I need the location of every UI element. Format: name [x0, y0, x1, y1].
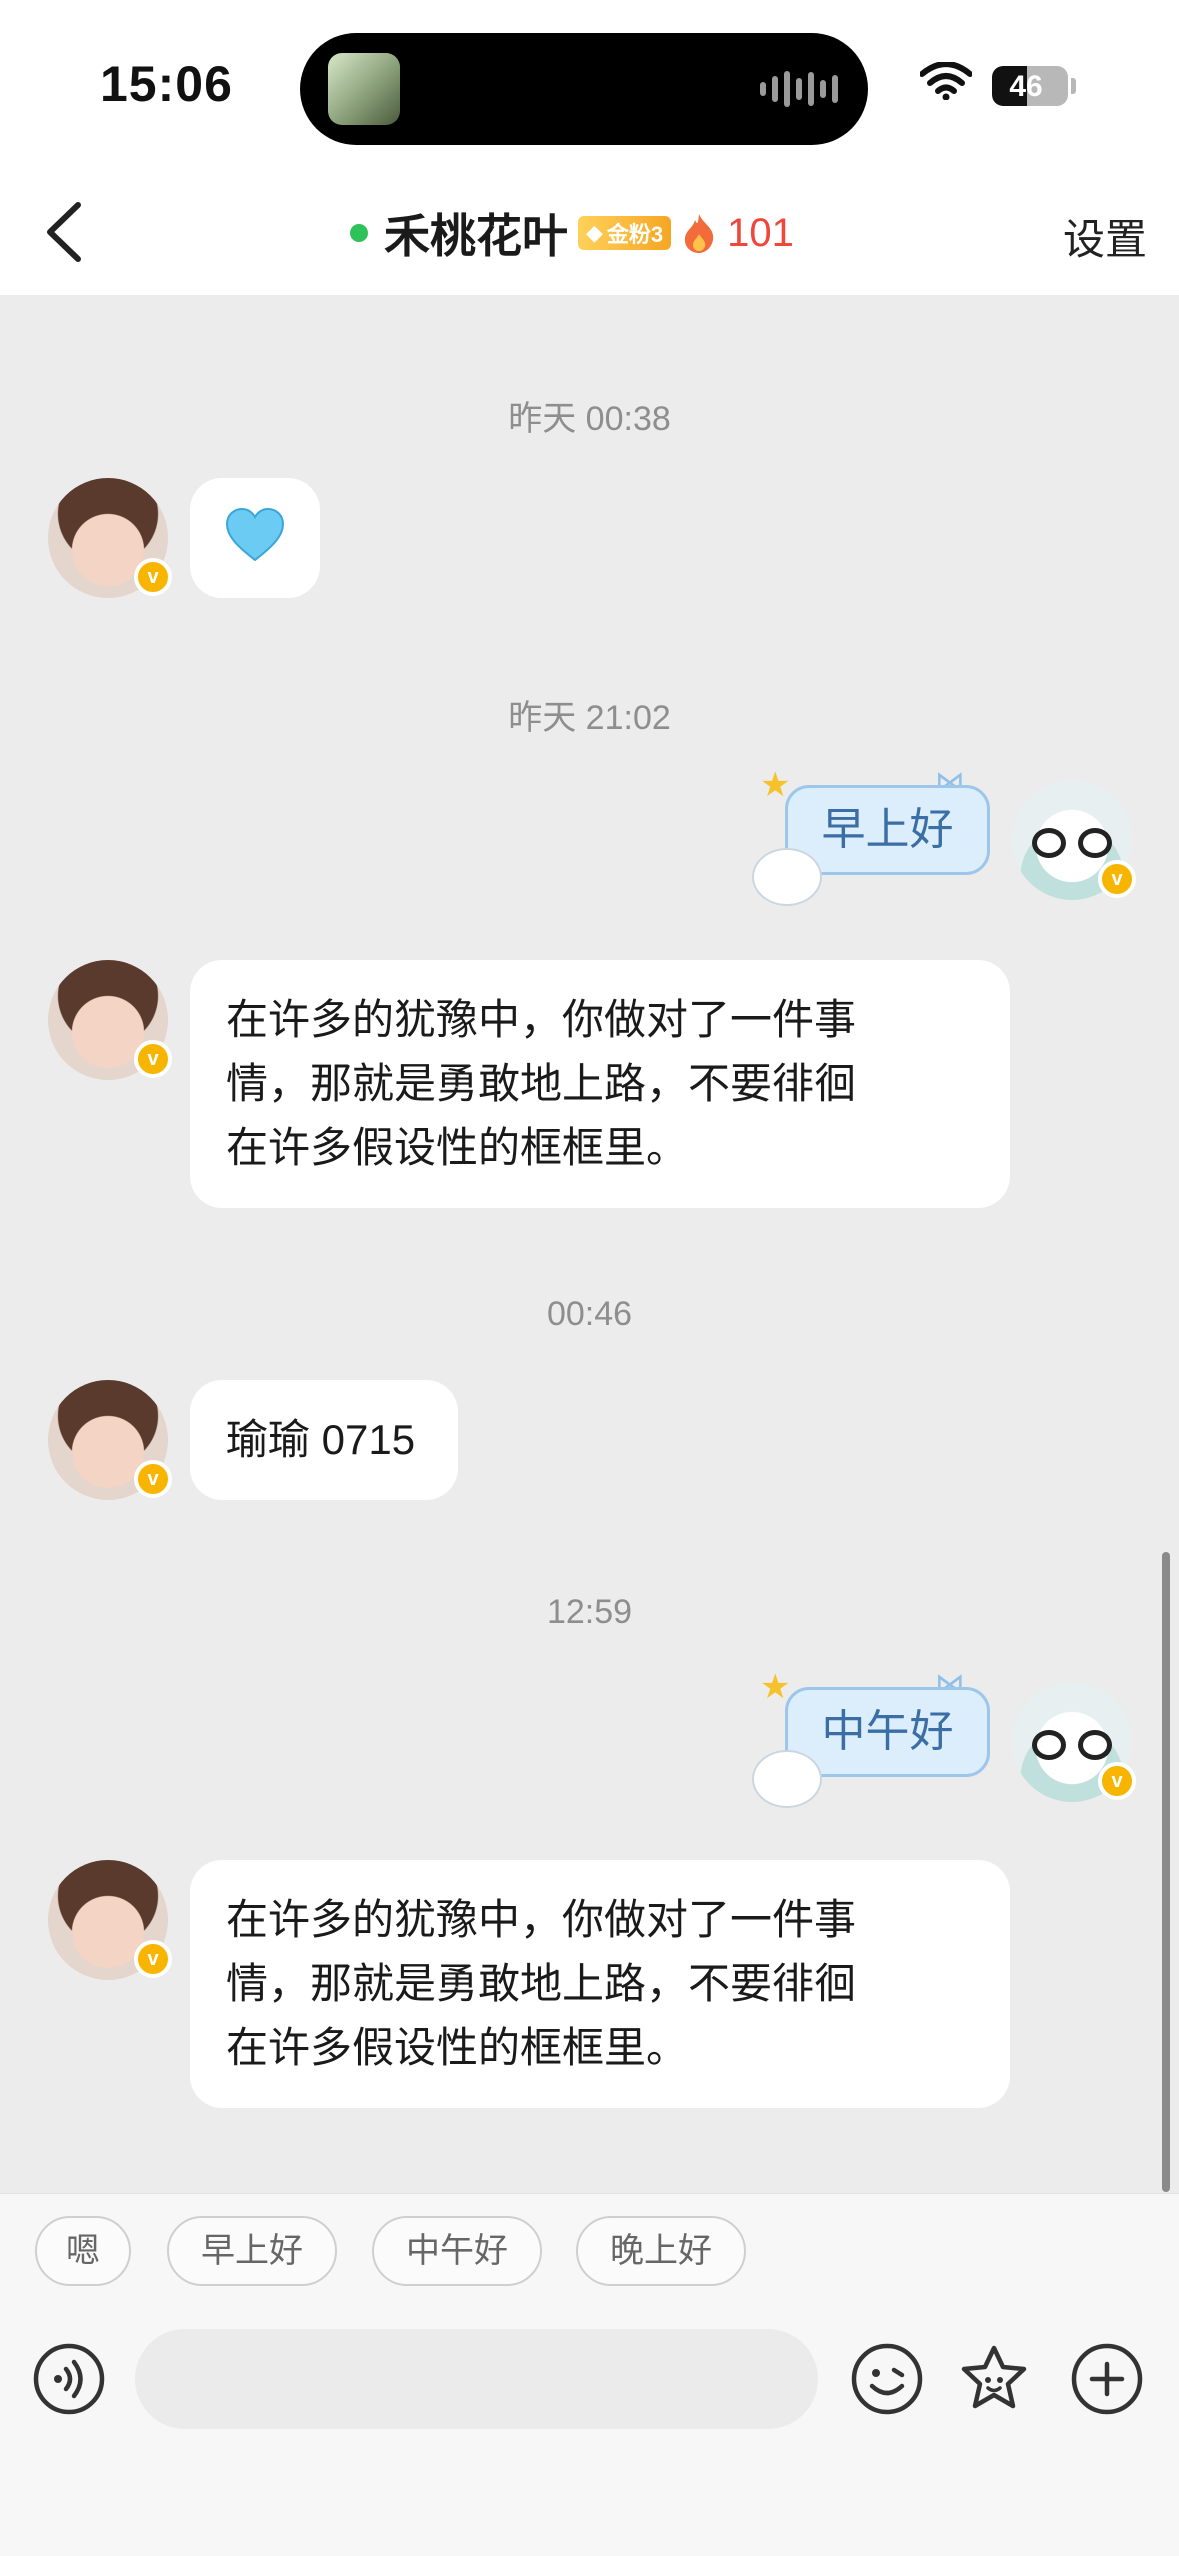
- message-input[interactable]: [135, 2329, 818, 2429]
- verified-badge-icon: v: [134, 1040, 172, 1078]
- message-list[interactable]: 昨天 00:38 v 昨天 21:02 ★ ⋈ 早上好 v v 在许多的犹豫中，…: [0, 295, 1179, 2193]
- verified-badge-icon: v: [134, 558, 172, 596]
- emoji-icon[interactable]: [850, 2342, 924, 2416]
- status-time: 15:06: [100, 56, 233, 112]
- message-timestamp: 12:59: [546, 1593, 633, 1631]
- quick-reply-chip[interactable]: 晚上好: [576, 2216, 746, 2286]
- dynamic-island[interactable]: [300, 33, 868, 145]
- text-message-bubble[interactable]: 瑜瑜 0715: [190, 1380, 458, 1500]
- message-line: 在许多的犹豫中，你做对了一件事: [226, 996, 857, 1043]
- settings-button[interactable]: 设置: [1063, 206, 1147, 267]
- message-timestamp: 昨天 21:02: [508, 699, 671, 737]
- glasses-icon: [1032, 1730, 1112, 1762]
- quick-reply-chip[interactable]: 嗯: [35, 2216, 131, 2286]
- sender-avatar[interactable]: v: [48, 960, 172, 1080]
- audio-wave-icon: [760, 69, 838, 109]
- message-line: 情，那就是勇敢地上路，不要徘徊: [226, 1960, 857, 2007]
- voice-input-icon[interactable]: [32, 2342, 106, 2416]
- puppy-sticker-icon: [752, 1750, 822, 1808]
- sender-avatar[interactable]: v: [48, 478, 172, 598]
- message-line: 情，那就是勇敢地上路，不要徘徊: [226, 1060, 857, 1107]
- quick-reply-chip[interactable]: 中午好: [372, 2216, 542, 2286]
- intimacy-count: 101: [727, 210, 794, 255]
- my-avatar[interactable]: v: [1012, 1682, 1136, 1802]
- composer: 嗯 早上好 中午好 晚上好: [0, 2193, 1179, 2556]
- status-bar: 15:06 46: [0, 0, 1179, 170]
- message-line: 瑜瑜 0715: [226, 1416, 416, 1463]
- add-more-icon[interactable]: [1070, 2342, 1144, 2416]
- message-line: 在许多假设性的框框里。: [226, 1124, 689, 1171]
- sender-avatar[interactable]: v: [48, 1380, 172, 1500]
- glasses-icon: [1032, 828, 1112, 860]
- sticker-icon[interactable]: [957, 2342, 1031, 2416]
- battery-level: 46: [1009, 70, 1043, 103]
- wifi-icon: [920, 62, 972, 100]
- message-timestamp: 00:46: [546, 1295, 633, 1333]
- online-status-dot: [350, 224, 368, 242]
- battery-icon: 46: [992, 66, 1068, 106]
- message-line: 在许多的犹豫中，你做对了一件事: [226, 1896, 857, 1943]
- sender-avatar[interactable]: v: [48, 1860, 172, 1980]
- now-playing-thumbnail: [328, 53, 400, 125]
- fan-level-badge: ◆ 金粉3: [578, 216, 672, 250]
- verified-badge-icon: v: [134, 1460, 172, 1498]
- verified-badge-icon: v: [134, 1940, 172, 1978]
- back-button[interactable]: [30, 195, 100, 270]
- blue-heart-icon: [225, 507, 285, 562]
- scrollbar[interactable]: [1162, 1552, 1170, 2192]
- my-avatar[interactable]: v: [1012, 780, 1136, 900]
- verified-badge-icon: v: [1098, 860, 1136, 898]
- emoji-message-bubble[interactable]: [190, 478, 320, 598]
- gem-icon: ◆: [586, 220, 603, 245]
- chat-title: 禾桃花叶: [384, 210, 568, 262]
- verified-badge-icon: v: [1098, 1762, 1136, 1800]
- quick-reply-chip[interactable]: 早上好: [167, 2216, 337, 2286]
- text-message-bubble[interactable]: 在许多的犹豫中，你做对了一件事 情，那就是勇敢地上路，不要徘徊 在许多假设性的框…: [190, 1860, 1010, 2108]
- chat-header: 禾桃花叶 ◆ 金粉3 101 设置: [0, 170, 1179, 295]
- message-timestamp: 昨天 00:38: [508, 400, 671, 438]
- fire-icon: [685, 214, 714, 253]
- puppy-sticker-icon: [752, 848, 822, 906]
- text-message-bubble[interactable]: 在许多的犹豫中，你做对了一件事 情，那就是勇敢地上路，不要徘徊 在许多假设性的框…: [190, 960, 1010, 1208]
- message-line: 在许多假设性的框框里。: [226, 2024, 689, 2071]
- chat-title-group[interactable]: 禾桃花叶 ◆ 金粉3 101: [350, 198, 794, 268]
- battery-cap: [1071, 78, 1076, 94]
- fan-level-text: 金粉3: [606, 222, 664, 247]
